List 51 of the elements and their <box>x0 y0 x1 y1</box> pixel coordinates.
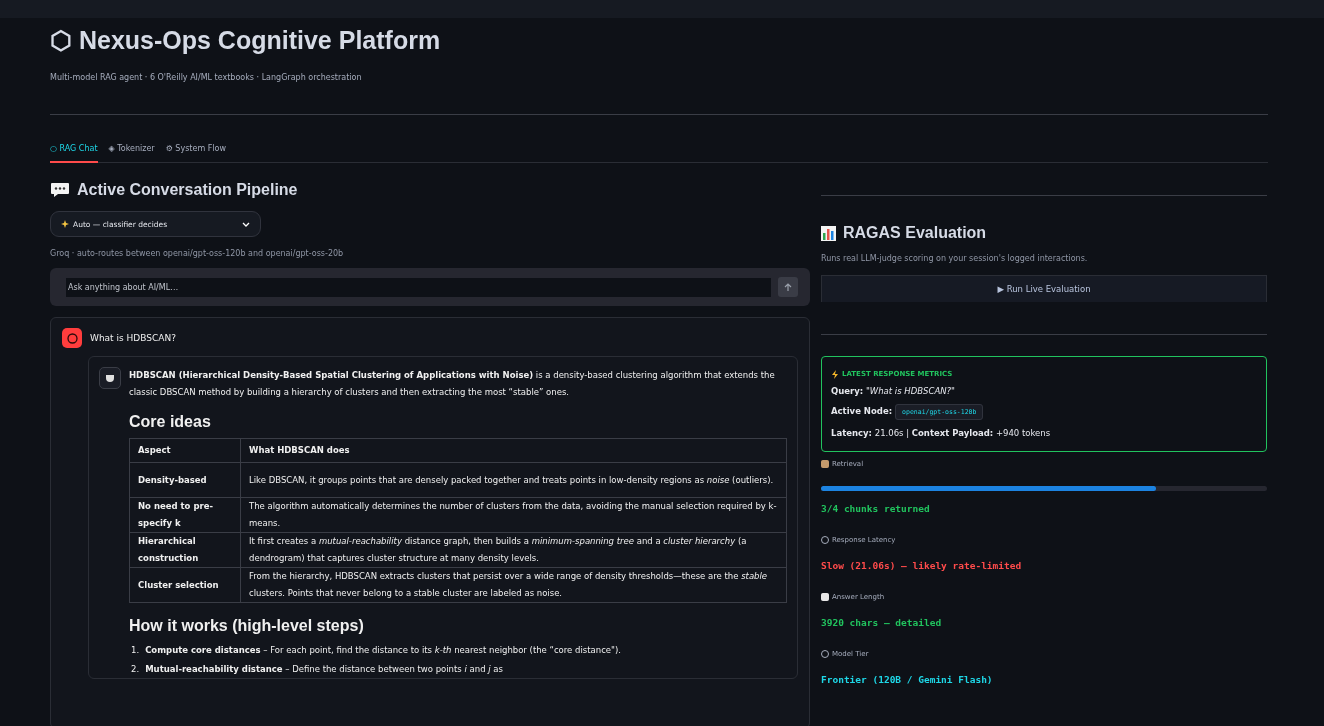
bar-chart-icon <box>821 225 836 241</box>
box-icon <box>821 460 829 468</box>
query-label: Query: <box>831 386 864 396</box>
table-header: Aspect <box>129 438 241 463</box>
metric-value: 3920 chars — detailed <box>821 617 942 628</box>
sparkle-icon <box>61 220 69 228</box>
speech-bubble-icon <box>50 182 70 198</box>
answer-paragraph: HDBSCAN (Hierarchical Density-Based Spatial Clustering of Applications with Noise) is a density-based clustering algorithm that extends the classic DBSCAN method by building a hierarchy of clusters and then extracting the most “stable” ones. <box>129 370 775 397</box>
latency-label: Latency: <box>831 428 872 438</box>
table-cell: The algorithm automatically determines the number of clusters from the data, avoiding the manual selection required by k-means. <box>240 497 787 533</box>
list-number: 1. <box>131 644 140 657</box>
table-cell: Cluster selection <box>129 567 241 603</box>
tab[interactable]: ○ RAG Chat <box>50 137 98 163</box>
user-avatar-icon <box>62 328 82 348</box>
lightning-icon <box>831 370 839 379</box>
query-text: "What is HDBSCAN?" <box>865 386 956 396</box>
arrow-up-icon <box>784 282 792 292</box>
list-item: Mutual-reachability distance – Define the distance between two points i and j as <box>145 663 503 676</box>
tab[interactable]: ⚙ System Flow <box>165 137 226 163</box>
table-cell: From the hierarchy, HDBSCAN extracts clusters that persist over a wide range of density thresholds—these are the stable clusters. Points that never belong to a stable cluster are labeled as noise. <box>240 567 787 603</box>
run-evaluation-button[interactable]: ▶ Run Live Evaluation <box>821 275 1267 302</box>
chevron-down-icon <box>242 221 250 227</box>
assistant-avatar-icon <box>99 367 121 389</box>
section-heading: RAGAS Evaluation <box>843 224 987 242</box>
table-cell: No need to pre-specify k <box>129 497 241 533</box>
list-item: Compute core distances – For each point, find the distance to its k-th nearest neighbor (the “core distance"). <box>145 644 621 657</box>
app-subtitle: Multi-model RAG agent · 6 O'Reilly AI/ML textbooks · LangGraph orchestration <box>50 73 363 82</box>
table-cell: Hierarchical construction <box>129 532 241 568</box>
metric-value: Frontier (120B / Gemini Flash) <box>821 674 993 685</box>
separator: | <box>906 428 910 438</box>
user-message: What is HDBSCAN? <box>90 333 176 343</box>
model-caption: Groq · auto-routes between openai/gpt-oss-120b and openai/gpt-oss-20b <box>50 249 345 258</box>
chat-input-field[interactable]: Ask anything about AI/ML… <box>50 268 810 306</box>
evaluation-caption: Runs real LLM-judge scoring on your session's logged interactions. <box>821 254 1089 263</box>
table-cell: Density-based <box>129 462 241 498</box>
answer-heading: Core ideas <box>129 413 212 430</box>
list-number: 2. <box>131 663 140 676</box>
node-label: Active Node: <box>831 406 893 416</box>
tab[interactable]: ◈ Tokenizer <box>108 137 155 163</box>
section-heading: Active Conversation Pipeline <box>77 181 298 199</box>
answer-heading: How it works (high-level steps) <box>129 617 365 634</box>
payload-value: +940 tokens <box>995 428 1051 438</box>
table-cell: Like DBSCAN, it groups points that are densely packed together and treats points in low-density regions as noise (outliers). <box>240 462 787 498</box>
table-cell: It first creates a mutual-reachability distance graph, then builds a minimum-spanning tree and a cluster hierarchy (a dendrogram) that captures cluster structure at many density levels. <box>240 532 787 568</box>
metric-value: Slow (21.06s) — likely rate-limited <box>821 560 1022 571</box>
payload-label: Context Payload: <box>911 428 994 438</box>
metric-value: 3/4 chunks returned <box>821 503 930 514</box>
table-header: What HDBSCAN does <box>240 438 787 463</box>
send-button[interactable] <box>778 277 798 297</box>
latency-value: 21.06s <box>874 428 904 438</box>
app-title: ⬡ Nexus-Ops Cognitive Platform <box>50 26 442 55</box>
